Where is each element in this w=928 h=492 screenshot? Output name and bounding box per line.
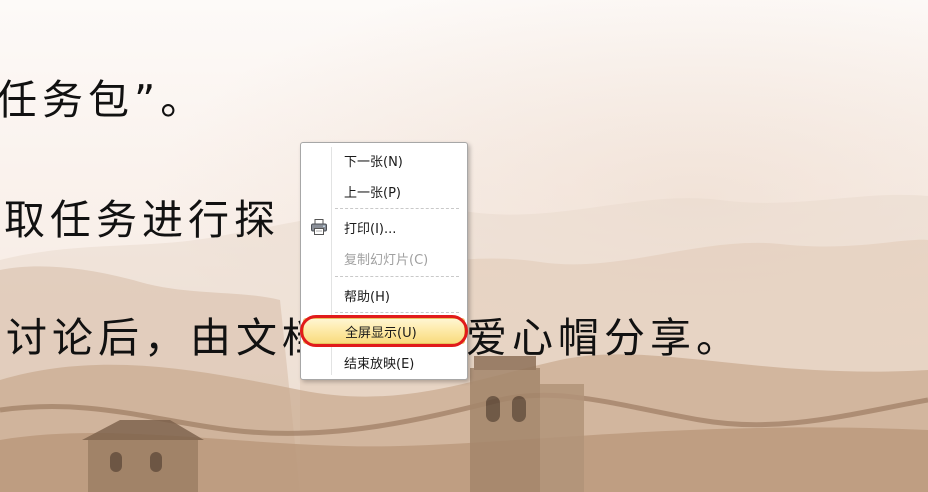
menu-item-label: 结束放映(E) xyxy=(344,356,415,372)
menu-item-fullscreen[interactable]: 全屏显示(U) xyxy=(303,318,465,344)
printer-icon xyxy=(311,219,327,235)
menu-item-label: 打印(I)... xyxy=(344,221,397,237)
menu-item-label: 帮助(H) xyxy=(344,289,390,305)
menu-item-help[interactable]: 帮助(H) xyxy=(303,282,465,308)
slide-text-line-1: 任务包”。 xyxy=(0,76,207,124)
slideshow-context-menu: 下一张(N) 上一张(P) 打印(I)... 复制幻灯片(C) 帮助(H) 全屏… xyxy=(300,142,468,380)
menu-item-next[interactable]: 下一张(N) xyxy=(303,147,465,173)
menu-item-label: 上一张(P) xyxy=(344,185,401,201)
menu-item-previous[interactable]: 上一张(P) xyxy=(303,178,465,204)
menu-item-label: 下一张(N) xyxy=(344,154,403,170)
menu-item-label: 全屏显示(U) xyxy=(345,325,417,341)
menu-separator xyxy=(335,276,459,277)
menu-item-label: 复制幻灯片(C) xyxy=(344,252,429,268)
menu-separator xyxy=(335,208,459,209)
menu-item-end-show[interactable]: 结束放映(E) xyxy=(303,349,465,375)
menu-item-print[interactable]: 打印(I)... xyxy=(303,214,465,240)
menu-separator xyxy=(335,312,459,313)
slide-text-line-2: 取任务进行探 xyxy=(4,196,280,244)
menu-item-duplicate-slide: 复制幻灯片(C) xyxy=(303,245,465,271)
